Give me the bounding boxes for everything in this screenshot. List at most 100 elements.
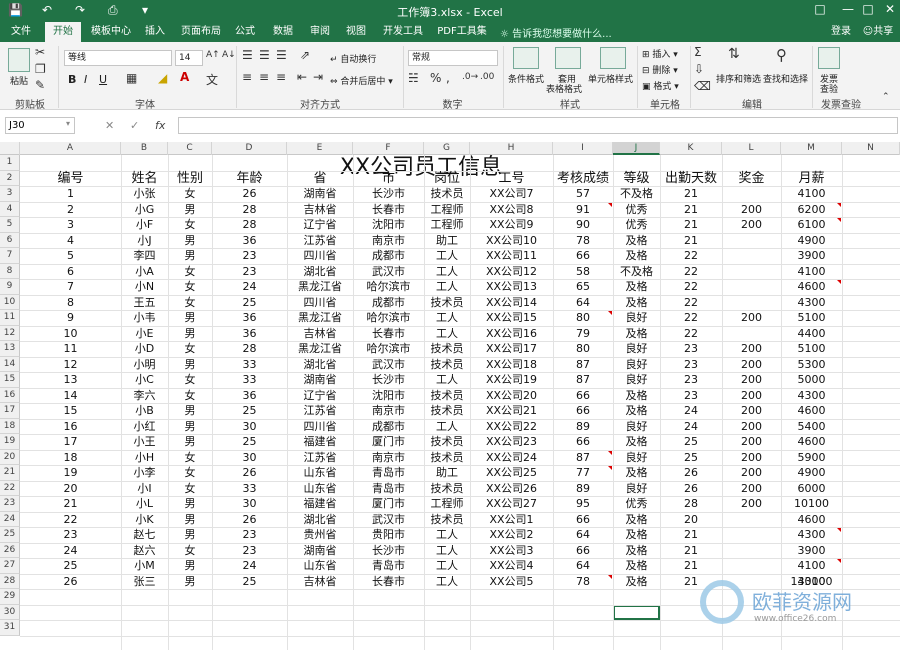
table-cell[interactable]: 助工 <box>424 465 470 481</box>
insert-function-icon[interactable]: fx <box>155 119 165 132</box>
table-cell[interactable]: 贵阳市 <box>353 527 424 543</box>
table-cell[interactable]: 小B <box>121 403 168 419</box>
table-cell[interactable]: 吉林省 <box>287 574 353 590</box>
table-cell[interactable]: 工人 <box>424 527 470 543</box>
table-cell[interactable]: 4900 <box>781 465 842 481</box>
table-cell[interactable]: 哈尔滨市 <box>353 279 424 295</box>
tab-file[interactable]: 文件 <box>5 22 37 42</box>
row-header[interactable]: 25 <box>0 527 20 543</box>
table-cell[interactable]: 厦门市 <box>353 434 424 450</box>
table-cell[interactable]: 工人 <box>424 419 470 435</box>
orientation-icon[interactable]: ⇗ <box>300 48 310 62</box>
table-cell[interactable]: 工人 <box>424 264 470 280</box>
table-cell[interactable]: 及格 <box>613 388 660 404</box>
column-title-cell[interactable]: 考核成绩 <box>553 171 613 187</box>
percent-icon[interactable]: % <box>430 71 441 85</box>
table-cell[interactable]: 28 <box>212 217 287 233</box>
table-cell[interactable]: 良好 <box>613 481 660 497</box>
table-cell[interactable]: 23 <box>20 527 121 543</box>
table-cell[interactable]: 80 <box>553 341 613 357</box>
table-cell[interactable]: 28 <box>660 496 722 512</box>
table-cell[interactable]: 黑龙江省 <box>287 279 353 295</box>
table-cell[interactable]: 200 <box>722 403 781 419</box>
table-cell[interactable]: 南京市 <box>353 403 424 419</box>
table-cell[interactable]: XX公司19 <box>470 372 553 388</box>
table-cell[interactable]: XX公司16 <box>470 326 553 342</box>
italic-button[interactable]: I <box>84 73 87 86</box>
column-title-cell[interactable]: 出勤天数 <box>660 171 722 187</box>
table-cell[interactable]: 78 <box>553 574 613 590</box>
table-cell[interactable]: 辽宁省 <box>287 388 353 404</box>
table-cell[interactable]: 沈阳市 <box>353 388 424 404</box>
row-header[interactable]: 1 <box>0 155 20 171</box>
table-cell[interactable] <box>722 558 781 574</box>
table-cell[interactable]: 4600 <box>781 512 842 528</box>
align-bottom-icon[interactable]: ☰ <box>276 48 287 62</box>
table-cell[interactable]: 吉林省 <box>287 202 353 218</box>
table-cell[interactable]: 28 <box>212 341 287 357</box>
table-cell[interactable]: 男 <box>168 202 212 218</box>
comment-indicator[interactable] <box>608 466 612 470</box>
table-cell[interactable]: 4600 <box>781 403 842 419</box>
table-cell[interactable]: 成都市 <box>353 248 424 264</box>
table-cell[interactable]: 技术员 <box>424 434 470 450</box>
row-header[interactable]: 24 <box>0 511 20 527</box>
table-cell[interactable]: 及格 <box>613 326 660 342</box>
table-cell[interactable]: 200 <box>722 450 781 466</box>
align-middle-icon[interactable]: ☰ <box>259 48 270 62</box>
table-cell[interactable]: 26 <box>660 465 722 481</box>
table-cell[interactable]: 不及格 <box>613 264 660 280</box>
table-cell[interactable]: 87 <box>553 357 613 373</box>
phonetic-icon[interactable]: 文 <box>206 71 218 88</box>
table-cell[interactable]: 技术员 <box>424 186 470 202</box>
table-cell[interactable]: 男 <box>168 512 212 528</box>
table-cell[interactable]: XX公司7 <box>470 186 553 202</box>
table-cell[interactable]: 小明 <box>121 357 168 373</box>
table-cell[interactable]: 四川省 <box>287 248 353 264</box>
table-cell[interactable]: 23 <box>660 372 722 388</box>
table-cell[interactable] <box>722 512 781 528</box>
table-cell[interactable]: 80 <box>553 310 613 326</box>
row-header[interactable]: 12 <box>0 325 20 341</box>
tab-formulas[interactable]: 公式 <box>230 22 260 42</box>
table-cell[interactable]: 95 <box>553 496 613 512</box>
table-cell[interactable]: 男 <box>168 357 212 373</box>
table-cell[interactable]: 助工 <box>424 233 470 249</box>
table-cell[interactable] <box>722 295 781 311</box>
table-cell[interactable]: 吉林省 <box>287 326 353 342</box>
row-header[interactable]: 19 <box>0 434 20 450</box>
paste-icon[interactable] <box>8 48 30 72</box>
table-cell[interactable]: 青岛市 <box>353 481 424 497</box>
row-header[interactable]: 6 <box>0 232 20 248</box>
table-cell[interactable]: 技术员 <box>424 403 470 419</box>
table-cell[interactable]: 良好 <box>613 310 660 326</box>
number-format-select[interactable]: 常规 <box>408 50 498 66</box>
row-header[interactable]: 27 <box>0 558 20 574</box>
maximize-icon[interactable]: □ <box>858 2 878 16</box>
comment-indicator[interactable] <box>837 559 841 563</box>
table-cell[interactable]: 87 <box>553 372 613 388</box>
decrease-indent-icon[interactable]: ⇤ <box>297 70 307 84</box>
column-title-cell[interactable]: 省 <box>287 171 353 187</box>
table-cell[interactable]: 工程师 <box>424 217 470 233</box>
table-cell[interactable]: 女 <box>168 465 212 481</box>
tab-page-layout[interactable]: 页面布局 <box>178 22 224 42</box>
table-cell[interactable]: 小K <box>121 512 168 528</box>
table-cell[interactable] <box>722 543 781 559</box>
row-header[interactable]: 22 <box>0 480 20 496</box>
table-cell[interactable]: 小李 <box>121 465 168 481</box>
table-cell[interactable]: 武汉市 <box>353 264 424 280</box>
format-painter-icon[interactable]: ✎ <box>35 78 45 92</box>
table-cell[interactable]: 77 <box>553 465 613 481</box>
table-cell[interactable]: XX公司23 <box>470 434 553 450</box>
row-header[interactable]: 7 <box>0 248 20 264</box>
table-cell[interactable]: 湖北省 <box>287 357 353 373</box>
column-title-cell[interactable]: 编号 <box>20 171 121 187</box>
table-cell[interactable]: 21 <box>660 527 722 543</box>
table-cell[interactable]: XX公司9 <box>470 217 553 233</box>
invoice-check-icon[interactable] <box>818 47 840 69</box>
table-cell[interactable]: 4100 <box>781 264 842 280</box>
column-header-a[interactable]: A <box>20 142 121 155</box>
table-cell[interactable]: 技术员 <box>424 295 470 311</box>
format-button[interactable]: ▣ 格式 ▾ <box>642 79 679 92</box>
